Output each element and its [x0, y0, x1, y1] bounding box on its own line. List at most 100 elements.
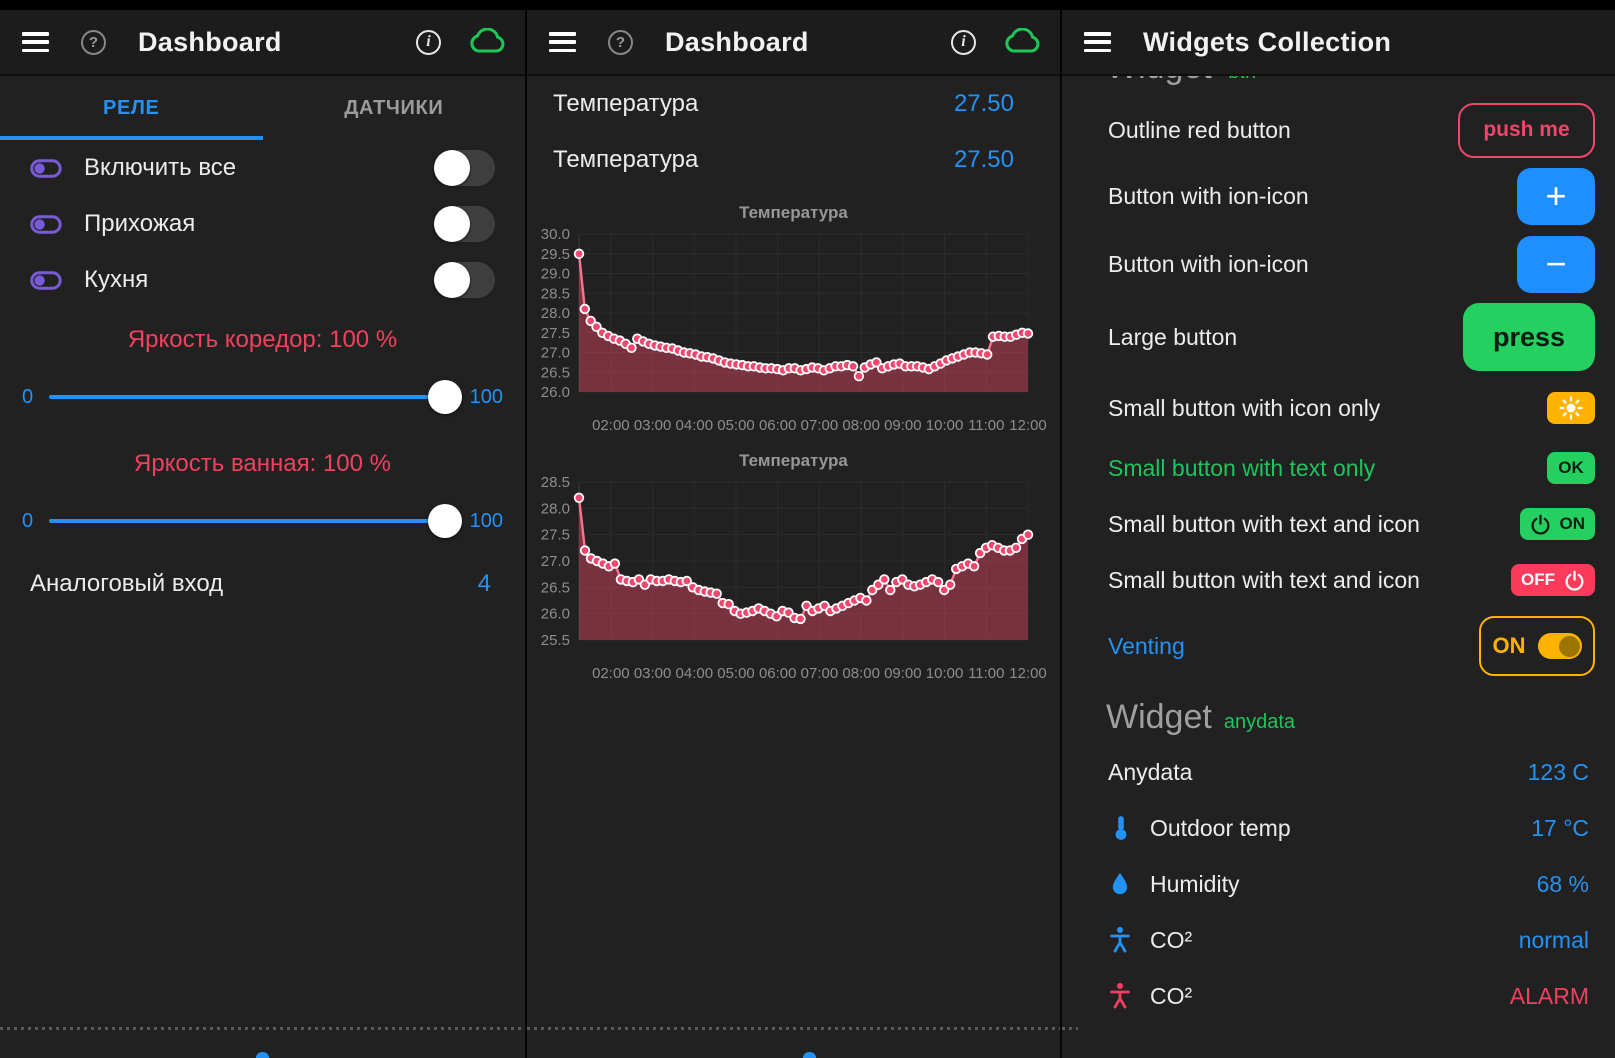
- tab-rele[interactable]: РЕЛЕ: [0, 76, 263, 140]
- partial-bottom-widget: [256, 1052, 269, 1058]
- widget-label: Venting: [1108, 633, 1185, 660]
- reading-row: Температура27.50: [527, 76, 1060, 132]
- widget-label: Button with ion-icon: [1108, 183, 1309, 210]
- svg-text:28.0: 28.0: [541, 500, 570, 517]
- widget-label: Small button with icon only: [1108, 395, 1380, 422]
- svg-text:27.5: 27.5: [541, 527, 570, 544]
- svg-text:26.5: 26.5: [541, 364, 570, 381]
- chart-plot: 28.528.027.527.026.526.025.502:0003:0004…: [527, 474, 1060, 684]
- person-icon: [1108, 982, 1142, 1010]
- menu-icon[interactable]: [22, 32, 49, 52]
- switch-list: Включить все Прихожая Кухня: [0, 140, 525, 308]
- help-icon[interactable]: ?: [81, 30, 106, 55]
- switch-control[interactable]: [437, 206, 495, 242]
- temperature-readings: Температура27.50Температура27.50: [527, 76, 1060, 188]
- svg-text:04:00: 04:00: [676, 417, 714, 434]
- widget-row: Small button with icon only: [1062, 376, 1615, 440]
- slider-track[interactable]: [49, 519, 458, 523]
- svg-text:28.5: 28.5: [541, 474, 570, 491]
- light-button[interactable]: [1547, 392, 1595, 424]
- menu-icon[interactable]: [1084, 32, 1111, 52]
- chart-title: Температура: [527, 200, 1060, 226]
- page-title: Widgets Collection: [1143, 27, 1391, 58]
- svg-text:28.5: 28.5: [541, 285, 570, 302]
- relay-dashboard-panel: ? Dashboard i РЕЛЕ ДАТЧИКИ Включить всеП…: [0, 10, 527, 1058]
- svg-text:10:00: 10:00: [926, 417, 964, 434]
- svg-text:05:00: 05:00: [717, 417, 755, 434]
- widget-label: Large button: [1108, 324, 1237, 351]
- svg-text:09:00: 09:00: [884, 417, 922, 434]
- bottom-dotted-divider: [527, 1027, 1060, 1030]
- slider-knob[interactable]: [428, 380, 462, 414]
- svg-text:02:00: 02:00: [592, 665, 630, 682]
- slider-knob[interactable]: [428, 504, 462, 538]
- svg-text:28.0: 28.0: [541, 305, 570, 322]
- svg-text:26.5: 26.5: [541, 579, 570, 596]
- toggle-knob: [1559, 636, 1580, 657]
- button-label: OFF: [1521, 570, 1555, 590]
- section-tag: anydata: [1224, 711, 1295, 734]
- increment-button[interactable]: +: [1517, 168, 1595, 225]
- switch-control[interactable]: [437, 150, 495, 186]
- analog-input-row: Аналоговый вход 4: [0, 556, 525, 612]
- switch-label: Кухня: [84, 266, 437, 294]
- data-row: Anydata123 C: [1062, 744, 1615, 800]
- widget-row: Small button with text and iconON: [1062, 496, 1615, 552]
- data-row: CO²normal: [1062, 912, 1615, 968]
- person-icon: [1108, 926, 1142, 954]
- analog-value: 4: [478, 570, 491, 598]
- slider-min: 0: [22, 510, 33, 533]
- analog-label: Аналоговый вход: [30, 570, 223, 598]
- button-label: OK: [1558, 458, 1584, 478]
- svg-text:27.0: 27.0: [541, 553, 570, 570]
- slider-label-corridor: Яркость коредор: 100 %: [0, 318, 525, 362]
- tab-datchiki[interactable]: ДАТЧИКИ: [263, 76, 526, 140]
- switch-label: Включить все: [84, 154, 437, 182]
- off-button[interactable]: OFF: [1511, 564, 1595, 596]
- svg-text:11:00: 11:00: [968, 665, 1004, 682]
- anydata-list: Anydata123 COutdoor temp17 °C Humidity68 …: [1062, 744, 1615, 1024]
- decrement-button[interactable]: −: [1517, 236, 1595, 293]
- bottom-dotted-divider: [1062, 1027, 1078, 1030]
- data-row: CO²ALARM: [1062, 968, 1615, 1024]
- reading-label: Температура: [553, 90, 698, 118]
- widget-row: Small button with text onlyOK: [1062, 440, 1615, 496]
- temperature-chart-1: Температура30.029.529.028.528.027.527.02…: [527, 200, 1060, 436]
- info-icon[interactable]: i: [951, 30, 976, 55]
- on-button[interactable]: ON: [1520, 508, 1596, 540]
- data-label: Humidity: [1150, 871, 1537, 898]
- info-icon[interactable]: i: [416, 30, 441, 55]
- svg-text:02:00: 02:00: [592, 417, 630, 434]
- switch-knob: [434, 150, 470, 186]
- clipped-section-heading: Widget btn: [1062, 76, 1615, 98]
- data-label: CO²: [1150, 927, 1519, 954]
- status-bar: [0, 0, 1615, 10]
- help-icon[interactable]: ?: [608, 30, 633, 55]
- switch-control[interactable]: [437, 262, 495, 298]
- slider-max: 100: [470, 386, 503, 409]
- switch-label: Прихожая: [84, 210, 437, 238]
- switch-row: Включить все: [0, 140, 525, 196]
- cloud-connected-icon: [1002, 28, 1042, 56]
- data-value: 68 %: [1537, 871, 1589, 898]
- press-button[interactable]: press: [1463, 303, 1595, 371]
- sun-icon: [1559, 396, 1583, 420]
- ok-button[interactable]: OK: [1547, 452, 1595, 484]
- svg-text:03:00: 03:00: [634, 417, 672, 434]
- data-label: Anydata: [1108, 759, 1528, 786]
- temperature-chart-2: Температура28.528.027.527.026.526.025.50…: [527, 448, 1060, 684]
- venting-toggle[interactable]: ON: [1479, 616, 1595, 676]
- menu-icon[interactable]: [549, 32, 576, 52]
- svg-text:30.0: 30.0: [541, 226, 570, 243]
- svg-text:12:00: 12:00: [1009, 665, 1047, 682]
- slider-corridor: 0 100: [0, 362, 525, 432]
- appbar-charts: ? Dashboard i: [527, 10, 1060, 76]
- toggle-switch[interactable]: [1538, 633, 1582, 659]
- svg-text:06:00: 06:00: [759, 417, 797, 434]
- slider-label-bath: Яркость ванная: 100 %: [0, 442, 525, 486]
- push-me-button[interactable]: push me: [1458, 103, 1595, 158]
- svg-text:10:00: 10:00: [926, 665, 964, 682]
- slider-track[interactable]: [49, 395, 458, 399]
- data-row: Outdoor temp17 °C: [1062, 800, 1615, 856]
- toggle-icon: [30, 271, 62, 290]
